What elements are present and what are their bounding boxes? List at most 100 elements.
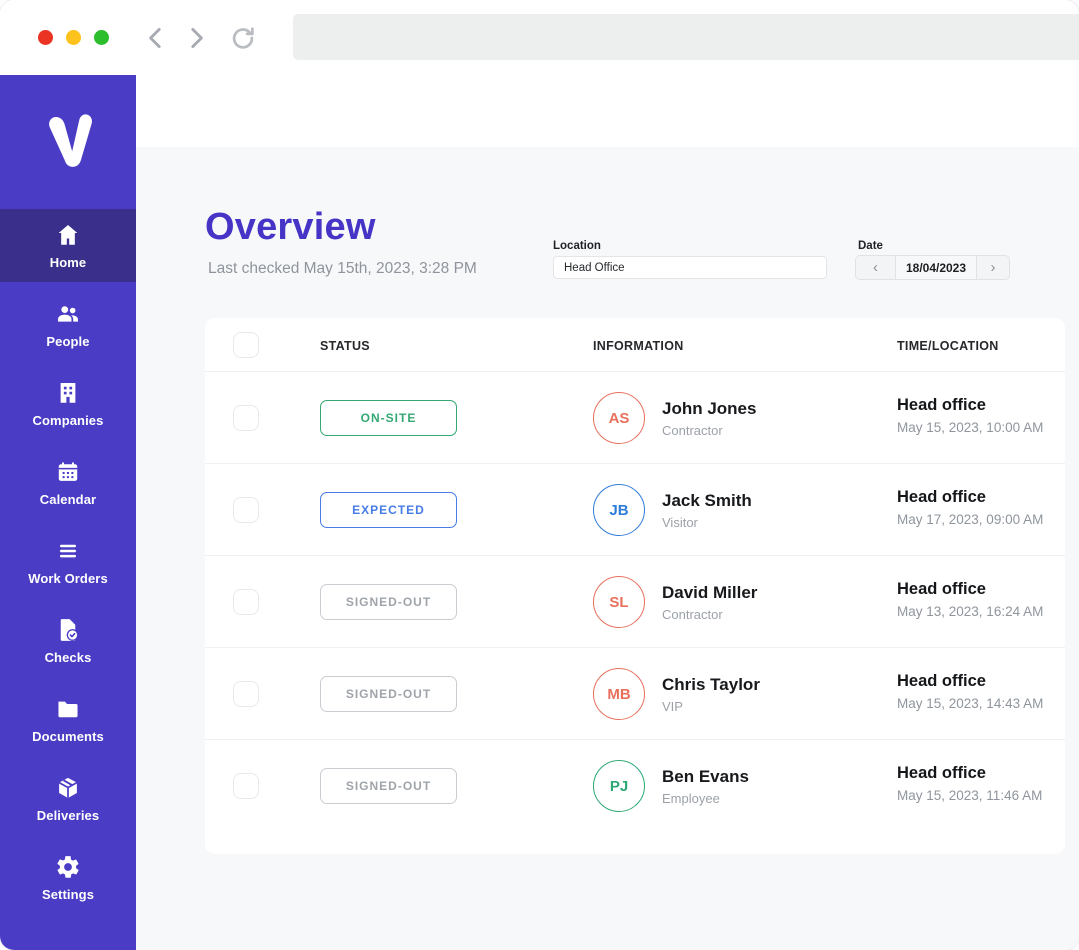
person-name: Ben Evans xyxy=(662,767,749,787)
column-header-status: STATUS xyxy=(320,339,370,353)
sidebar-item-documents[interactable]: Documents xyxy=(0,683,136,756)
list-icon xyxy=(55,538,81,564)
date-label: Date xyxy=(858,240,883,252)
sidebar-item-label: Companies xyxy=(33,413,104,428)
table-row: EXPECTED JB Jack Smith Visitor Head offi… xyxy=(205,464,1065,556)
status-badge: SIGNED-OUT xyxy=(320,676,457,712)
person-name: Chris Taylor xyxy=(662,675,760,695)
page-title: Overview xyxy=(205,206,376,249)
row-location: Head office xyxy=(897,488,1043,507)
traffic-light-close-icon[interactable] xyxy=(38,30,53,45)
select-all-checkbox[interactable] xyxy=(233,332,259,358)
status-badge: EXPECTED xyxy=(320,492,457,528)
reload-icon xyxy=(230,25,256,51)
sidebar-item-checks[interactable]: Checks xyxy=(0,604,136,677)
date-control: 18/04/2023 xyxy=(855,255,1010,280)
person-name: David Miller xyxy=(662,583,757,603)
column-header-information: INFORMATION xyxy=(593,339,684,353)
date-prev-button[interactable] xyxy=(856,256,896,279)
sidebar-item-companies[interactable]: Companies xyxy=(0,367,136,440)
table-row: SIGNED-OUT PJ Ben Evans Employee Head of… xyxy=(205,740,1065,832)
location-input[interactable] xyxy=(553,256,827,279)
reload-button[interactable] xyxy=(230,25,256,51)
sidebar-nav: Home People Companies Calendar Work Orde… xyxy=(0,209,136,914)
traffic-light-minimize-icon[interactable] xyxy=(66,30,81,45)
app-logo-icon xyxy=(0,105,136,171)
date-next-button[interactable] xyxy=(976,256,1009,279)
app-window: Home People Companies Calendar Work Orde… xyxy=(0,0,1079,950)
sidebar-item-label: Home xyxy=(50,255,87,270)
sidebar-item-calendar[interactable]: Calendar xyxy=(0,446,136,519)
sidebar-item-people[interactable]: People xyxy=(0,288,136,361)
row-time: May 17, 2023, 09:00 AM xyxy=(897,512,1043,527)
avatar: PJ xyxy=(593,760,645,812)
package-icon xyxy=(55,775,81,801)
sidebar: Home People Companies Calendar Work Orde… xyxy=(0,75,136,950)
top-strip xyxy=(136,75,1079,147)
sidebar-item-label: Settings xyxy=(42,887,94,902)
person-role: Visitor xyxy=(662,515,752,530)
row-time: May 13, 2023, 16:24 AM xyxy=(897,604,1043,619)
row-checkbox[interactable] xyxy=(233,681,259,707)
status-badge: ON-SITE xyxy=(320,400,457,436)
person-name: John Jones xyxy=(662,399,756,419)
person-role: Contractor xyxy=(662,423,756,438)
sidebar-item-deliveries[interactable]: Deliveries xyxy=(0,762,136,835)
sidebar-item-work-orders[interactable]: Work Orders xyxy=(0,525,136,598)
sidebar-item-label: Checks xyxy=(45,650,92,665)
browser-chrome xyxy=(0,0,1079,75)
last-checked-text: Last checked May 15th, 2023, 3:28 PM xyxy=(208,260,477,278)
avatar: AS xyxy=(593,392,645,444)
avatar: MB xyxy=(593,668,645,720)
row-location: Head office xyxy=(897,396,1043,415)
person-role: VIP xyxy=(662,699,760,714)
chevron-left-icon xyxy=(143,25,169,51)
column-header-time-location: TIME/LOCATION xyxy=(897,339,999,353)
back-button[interactable] xyxy=(143,25,169,51)
person-role: Contractor xyxy=(662,607,757,622)
main-content: Overview Last checked May 15th, 2023, 3:… xyxy=(136,75,1079,950)
traffic-light-zoom-icon[interactable] xyxy=(94,30,109,45)
row-location: Head office xyxy=(897,580,1043,599)
location-label: Location xyxy=(553,240,601,252)
row-checkbox[interactable] xyxy=(233,589,259,615)
doc-check-icon xyxy=(55,617,81,643)
table-body: ON-SITE AS John Jones Contractor Head of… xyxy=(205,372,1065,832)
chevron-right-icon xyxy=(183,25,209,51)
row-location: Head office xyxy=(897,672,1043,691)
calendar-icon xyxy=(55,459,81,485)
sidebar-item-label: Calendar xyxy=(40,492,96,507)
sidebar-item-label: Work Orders xyxy=(28,571,108,586)
row-checkbox[interactable] xyxy=(233,405,259,431)
sidebar-item-label: Deliveries xyxy=(37,808,99,823)
status-badge: SIGNED-OUT xyxy=(320,584,457,620)
row-checkbox[interactable] xyxy=(233,773,259,799)
table-header: STATUS INFORMATION TIME/LOCATION xyxy=(205,318,1065,372)
sidebar-item-home[interactable]: Home xyxy=(0,209,136,282)
people-icon xyxy=(55,301,81,327)
sidebar-item-settings[interactable]: Settings xyxy=(0,841,136,914)
row-time: May 15, 2023, 11:46 AM xyxy=(897,788,1042,803)
building-icon xyxy=(55,380,81,406)
home-icon xyxy=(55,222,81,248)
status-badge: SIGNED-OUT xyxy=(320,768,457,804)
avatar: JB xyxy=(593,484,645,536)
row-time: May 15, 2023, 10:00 AM xyxy=(897,420,1043,435)
table-row: SIGNED-OUT MB Chris Taylor VIP Head offi… xyxy=(205,648,1065,740)
date-value[interactable]: 18/04/2023 xyxy=(896,256,976,279)
row-location: Head office xyxy=(897,764,1042,783)
row-time: May 15, 2023, 14:43 AM xyxy=(897,696,1043,711)
sidebar-item-label: Documents xyxy=(32,729,104,744)
person-name: Jack Smith xyxy=(662,491,752,511)
person-role: Employee xyxy=(662,791,749,806)
avatar: SL xyxy=(593,576,645,628)
table-row: SIGNED-OUT SL David Miller Contractor He… xyxy=(205,556,1065,648)
forward-button[interactable] xyxy=(183,25,209,51)
sidebar-item-label: People xyxy=(46,334,89,349)
row-checkbox[interactable] xyxy=(233,497,259,523)
url-bar[interactable] xyxy=(293,14,1079,60)
folder-icon xyxy=(55,696,81,722)
visitor-table: STATUS INFORMATION TIME/LOCATION ON-SITE… xyxy=(205,318,1065,854)
table-row: ON-SITE AS John Jones Contractor Head of… xyxy=(205,372,1065,464)
gear-icon xyxy=(55,854,81,880)
